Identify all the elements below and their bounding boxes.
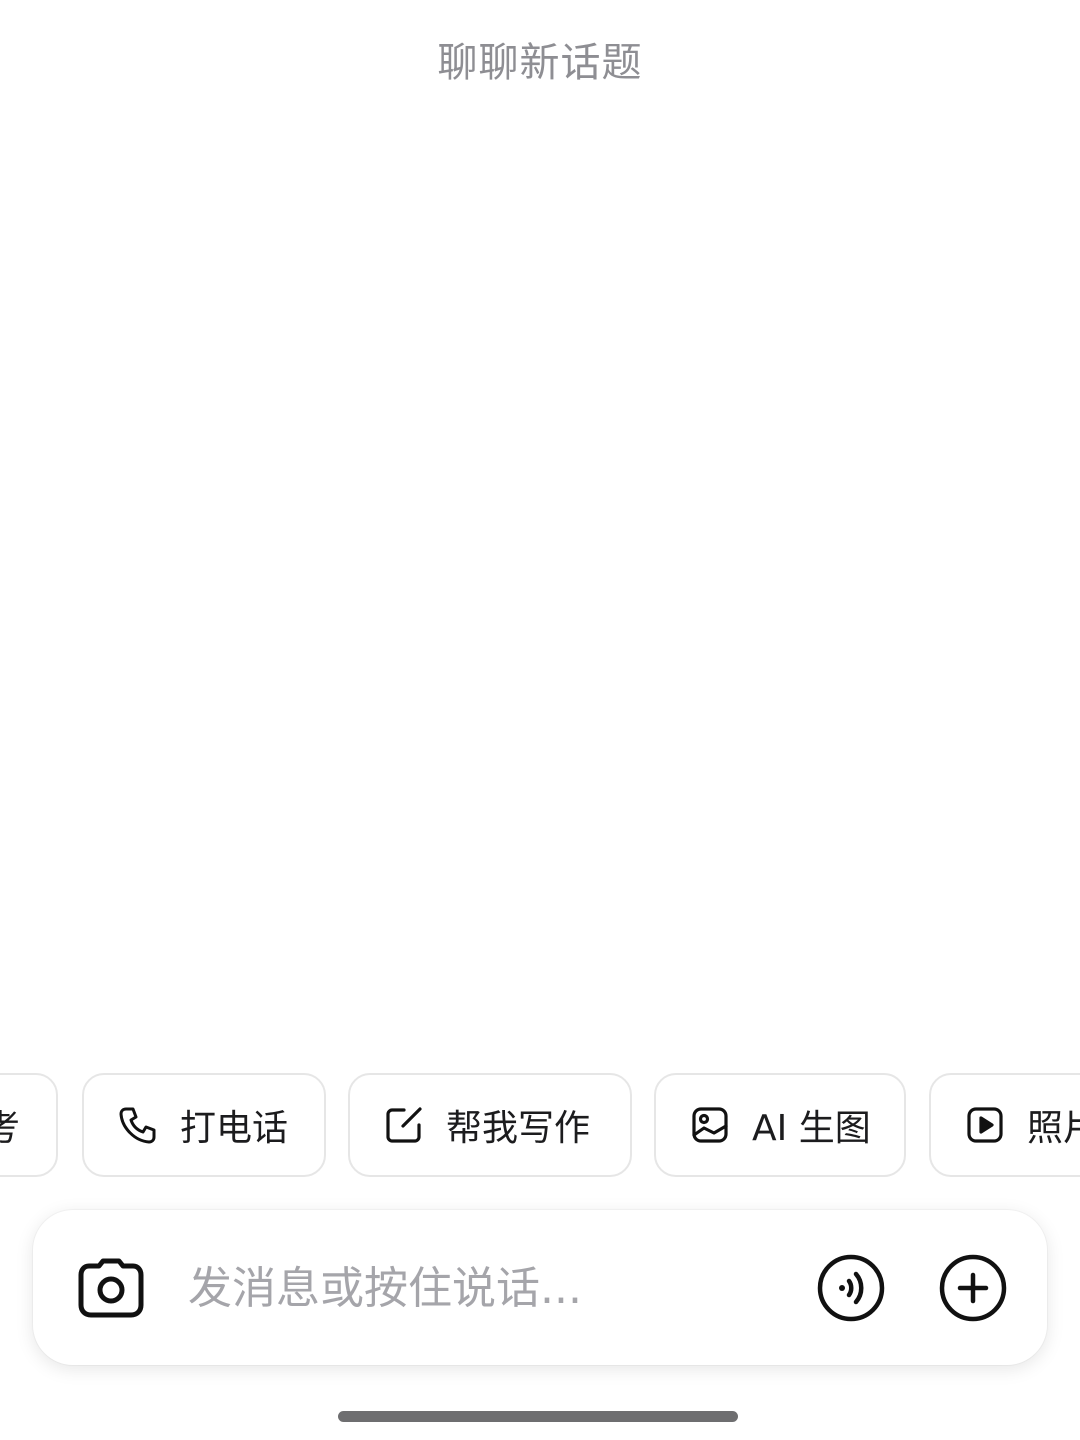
suggestion-chip-photo[interactable]: 照片 <box>929 1073 1080 1177</box>
plus-circle-icon <box>939 1254 1007 1322</box>
suggestion-chip-label: 打电话 <box>180 1108 289 1149</box>
suggestion-chips[interactable]: 考 打电话 帮我写作 AI 生图 照 <box>0 1073 1080 1179</box>
message-list[interactable] <box>0 110 1080 1060</box>
edit-icon <box>384 1105 424 1145</box>
phone-icon <box>118 1105 158 1145</box>
suggestion-chip-write[interactable]: 帮我写作 <box>348 1073 632 1177</box>
camera-icon <box>78 1258 144 1318</box>
add-button[interactable] <box>935 1250 1011 1326</box>
suggestion-chip-label: AI 生图 <box>752 1108 871 1149</box>
message-composer <box>33 1210 1047 1365</box>
suggestion-chip-label: 帮我写作 <box>446 1108 591 1149</box>
message-input[interactable] <box>188 1250 788 1326</box>
suggestion-chip-partial[interactable]: 考 <box>0 1073 58 1177</box>
suggestion-chip-call[interactable]: 打电话 <box>82 1073 326 1177</box>
page-title: 聊聊新话题 <box>437 40 643 86</box>
camera-button[interactable] <box>73 1250 149 1326</box>
suggestion-chip-label: 照片 <box>1027 1108 1080 1149</box>
voice-call-button[interactable] <box>813 1250 889 1326</box>
chat-screen: 聊聊新话题 考 打电话 帮我写作 AI 生图 照 发消息或按住说话... <box>0 0 1080 1440</box>
home-indicator[interactable] <box>338 1411 738 1422</box>
suggestion-chip-label: 考 <box>0 1108 20 1149</box>
voice-call-icon <box>817 1254 885 1322</box>
video-play-icon <box>965 1105 1005 1145</box>
suggestion-chip-ai-image[interactable]: AI 生图 <box>654 1073 906 1177</box>
image-icon <box>690 1105 730 1145</box>
